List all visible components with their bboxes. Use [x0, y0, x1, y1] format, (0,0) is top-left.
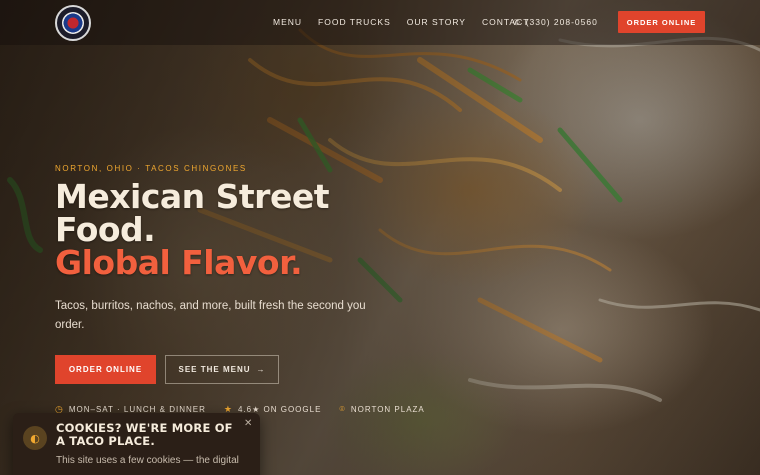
headline-accent: Global Flavor.: [55, 243, 303, 282]
main-nav: MENU FOOD TRUCKS OUR STORY CONTACT: [273, 17, 545, 27]
meta-location: ⌾ NORTON PLAZA: [339, 404, 424, 415]
order-online-button[interactable]: ORDER ONLINE: [55, 355, 156, 384]
see-menu-button[interactable]: SEE THE MENU →: [165, 355, 279, 384]
logo[interactable]: [55, 5, 91, 41]
phone-icon: ✆: [513, 17, 521, 27]
nav-food-trucks[interactable]: FOOD TRUCKS: [318, 17, 391, 27]
nav-our-story[interactable]: OUR STORY: [407, 17, 466, 27]
close-icon[interactable]: ✕: [244, 418, 252, 429]
headline-line-2: Food.: [55, 210, 156, 249]
cookie-title: COOKIES? WE'RE MORE OF A TACO PLACE.: [56, 421, 233, 448]
phone-number: (330) 208-0560: [525, 17, 598, 27]
order-online-header-button[interactable]: ORDER ONLINE: [618, 11, 705, 33]
hero-headline: Mexican Street Food. Global Flavor.: [55, 180, 329, 279]
headline-line-1: Mexican Street: [55, 177, 329, 216]
cookie-banner: ◐ COOKIES? WE'RE MORE OF A TACO PLACE. ✕…: [13, 413, 260, 475]
hero-subtext: Tacos, burritos, nachos, and more, built…: [55, 300, 366, 331]
map-pin-icon: ⌾: [339, 404, 346, 414]
see-menu-label: SEE THE MENU: [178, 365, 251, 374]
cookie-body: This site uses a few cookies — the digit…: [56, 455, 239, 466]
cookie-icon: ◐: [23, 426, 47, 450]
hero-eyebrow: NORTON, OHIO · TACOS CHINGONES: [55, 164, 247, 173]
arrow-right-icon: →: [256, 365, 266, 374]
nav-menu[interactable]: MENU: [273, 17, 302, 27]
phone-link[interactable]: ✆ (330) 208-0560: [513, 17, 598, 27]
meta-location-text: NORTON PLAZA: [350, 405, 425, 414]
logo-emblem-icon: [62, 12, 84, 34]
